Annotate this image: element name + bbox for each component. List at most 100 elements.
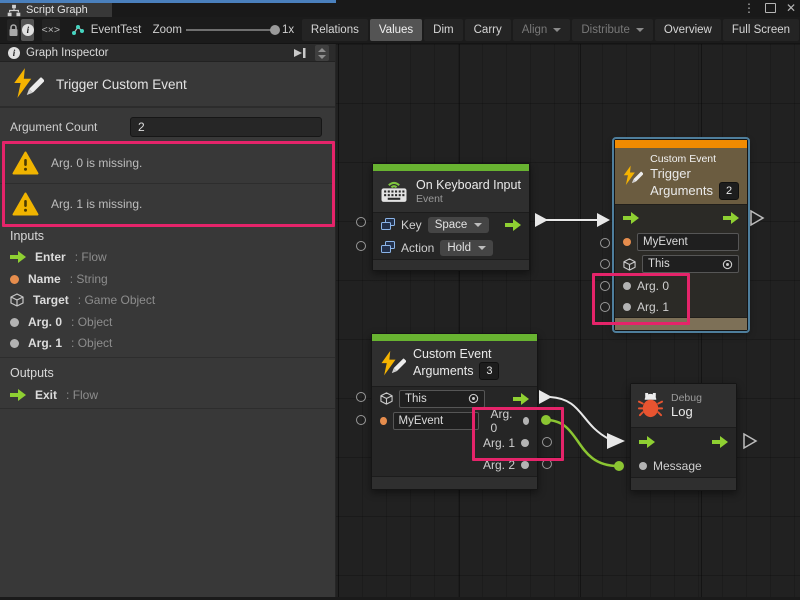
flow-out-port[interactable] [505, 219, 521, 231]
action-row: Action Hold [373, 236, 529, 259]
close-icon[interactable]: ✕ [786, 0, 796, 16]
event-name-row: MyEvent [615, 231, 747, 253]
cube-icon[interactable] [380, 392, 393, 405]
port-circle[interactable] [356, 415, 366, 425]
node-footer [373, 259, 529, 270]
flow-out-port[interactable] [712, 436, 728, 448]
input-port-row: NameString [10, 272, 108, 286]
node-kicker: Custom Event [650, 153, 739, 166]
zoom-label: Zoom [153, 24, 182, 36]
distribute-button[interactable]: Distribute [572, 19, 653, 41]
lock-icon [8, 24, 19, 37]
custom-event-icon [621, 162, 643, 190]
bug-icon [637, 392, 664, 419]
port-circle[interactable] [356, 217, 366, 227]
hierarchy-icon [7, 4, 21, 17]
panel-spinner[interactable] [315, 45, 329, 61]
window-controls: ⋮ ✕ [743, 0, 796, 16]
node-kicker: Custom Event [413, 347, 499, 362]
action-label: Action [401, 241, 434, 255]
object-port-icon[interactable] [639, 462, 647, 470]
align-button[interactable]: Align [513, 19, 571, 41]
spinner-down-icon[interactable] [318, 55, 326, 59]
cube-icon[interactable] [623, 258, 636, 271]
node-title: On Keyboard Input [416, 178, 521, 193]
script-graph-window: Script Graph ⋮ ✕ i <×> [0, 0, 800, 600]
unit-title: Trigger Custom Event [56, 77, 187, 92]
full-screen-button[interactable]: Full Screen [723, 19, 799, 41]
message-row: Message [631, 455, 736, 477]
dim-button[interactable]: Dim [424, 19, 462, 41]
key-label: Key [401, 218, 422, 232]
object-picker-icon[interactable] [468, 393, 479, 404]
target-field[interactable]: This [642, 255, 739, 273]
binding-icon [381, 218, 395, 231]
node-title-line2: Arguments 3 [413, 362, 499, 380]
overview-button[interactable]: Overview [655, 19, 721, 41]
object-port-icon[interactable] [521, 461, 529, 469]
port-circle[interactable] [600, 238, 610, 248]
binding-icon [381, 241, 395, 254]
event-name-field[interactable]: MyEvent [393, 412, 479, 430]
flow-in-port[interactable] [623, 212, 639, 224]
flow-row [615, 205, 747, 231]
node-on-keyboard-input[interactable]: On Keyboard Input Event Key Space [372, 163, 530, 271]
chevron-down-icon [636, 28, 644, 32]
target-field[interactable]: This [399, 390, 485, 408]
annotation-highlight-warnings [2, 141, 335, 227]
object-picker-icon[interactable] [722, 259, 733, 270]
graph-toolbar: i <×> EventTest Zoom 1x Relations Values… [0, 17, 800, 44]
code-view-button[interactable]: <×> [42, 19, 60, 41]
spinner-up-icon[interactable] [318, 48, 326, 52]
tab-script-graph[interactable]: Script Graph [0, 3, 112, 17]
zoom-slider[interactable] [186, 29, 278, 31]
graph-name: EventTest [91, 24, 142, 36]
flow-in-port[interactable] [639, 436, 655, 448]
event-name-field[interactable]: MyEvent [637, 233, 739, 251]
chevron-down-icon [553, 28, 561, 32]
tab-title: Script Graph [26, 4, 88, 16]
value-port-icon [10, 275, 19, 284]
node-kicker: Debug [671, 392, 702, 404]
flow-out-port[interactable] [723, 212, 739, 224]
port-circle[interactable] [600, 259, 610, 269]
inspector-title: Graph Inspector [26, 47, 108, 59]
maximize-icon[interactable] [765, 3, 776, 13]
keyboard-icon [379, 179, 409, 204]
value-port-icon[interactable] [380, 417, 387, 425]
code-icon: <×> [42, 24, 60, 36]
kebab-menu-icon[interactable]: ⋮ [743, 0, 755, 16]
dock-panel-icon[interactable] [293, 47, 307, 59]
object-port-icon [10, 339, 19, 348]
key-dropdown[interactable]: Space [428, 217, 490, 233]
zoom-slider-handle[interactable] [270, 25, 280, 35]
node-subtitle: Event [416, 193, 521, 205]
argument-count-badge: 3 [479, 362, 499, 380]
info-icon: i [8, 47, 20, 59]
node-header: Custom Event Arguments 3 [372, 341, 537, 386]
action-dropdown[interactable]: Hold [440, 240, 493, 256]
node-debug-log[interactable]: Debug Log Message [630, 383, 737, 491]
input-port-row: EnterFlow [10, 250, 107, 264]
node-title: Log [671, 404, 702, 419]
unit-title-block: Trigger Custom Event [0, 62, 335, 108]
carry-button[interactable]: Carry [465, 19, 511, 41]
chevron-down-icon [478, 246, 486, 250]
divider [0, 408, 335, 409]
argument-count-label: Argument Count [10, 120, 97, 134]
port-circle[interactable] [356, 241, 366, 251]
argument-count-badge: 2 [719, 182, 739, 200]
inspector-toggle-button[interactable]: i [21, 19, 34, 41]
flow-out-port[interactable] [513, 393, 529, 405]
value-port-icon[interactable] [623, 238, 631, 246]
custom-event-icon [378, 350, 406, 378]
node-footer [631, 477, 736, 490]
graph-breadcrumb[interactable]: EventTest [71, 17, 142, 43]
input-port-row: TargetGame Object [10, 293, 155, 307]
relations-button[interactable]: Relations [302, 19, 368, 41]
lock-button[interactable] [7, 19, 20, 41]
values-button[interactable]: Values [370, 19, 422, 41]
port-circle[interactable] [356, 392, 366, 402]
input-port-row: Arg. 0Object [10, 315, 112, 329]
argument-count-input[interactable] [130, 117, 322, 137]
